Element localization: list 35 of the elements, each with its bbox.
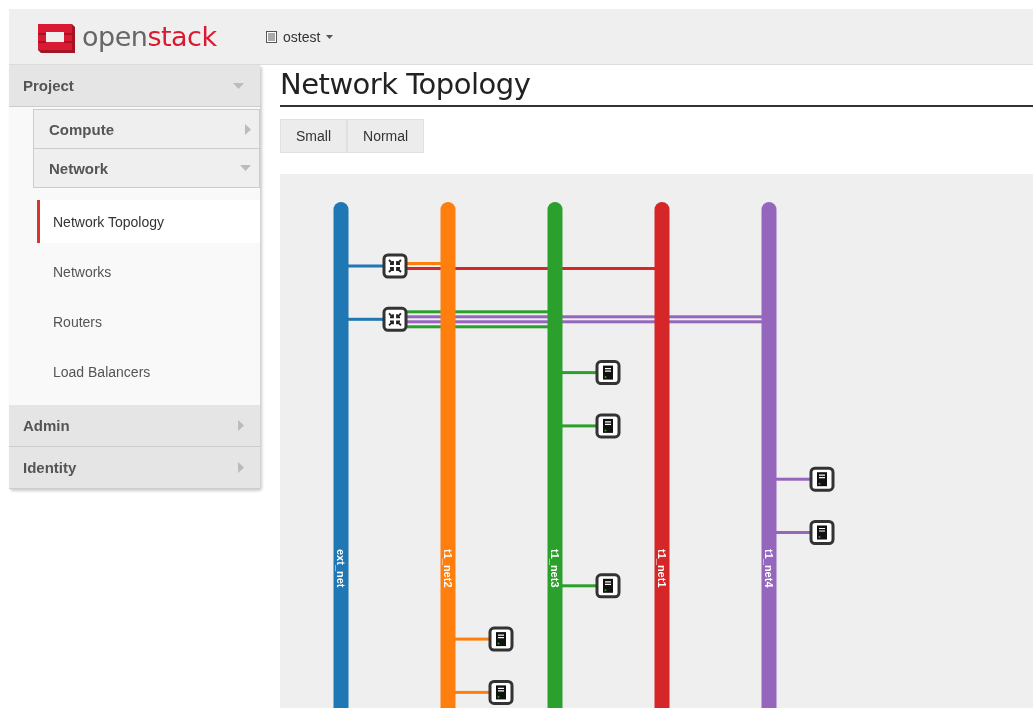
server-icon[interactable] bbox=[595, 573, 621, 599]
logo-text[interactable]: openstack bbox=[82, 21, 217, 52]
caret-right-icon bbox=[238, 462, 244, 473]
page-title: Network Topology bbox=[280, 65, 1033, 107]
sidebar-section[interactable]: Project bbox=[9, 65, 260, 107]
sidebar-item[interactable]: Networks bbox=[37, 250, 260, 293]
router-icon[interactable] bbox=[382, 253, 408, 279]
sidebar-group[interactable]: Compute bbox=[33, 109, 260, 149]
server-icon[interactable] bbox=[809, 466, 835, 492]
network-label: t1_net4 bbox=[763, 549, 775, 588]
server-icon[interactable] bbox=[488, 679, 514, 705]
network-label: t1_net1 bbox=[656, 549, 668, 588]
sidebar-group[interactable]: Network bbox=[33, 149, 260, 188]
router-icon[interactable] bbox=[382, 306, 408, 332]
sidebar-section[interactable]: Admin bbox=[9, 405, 260, 447]
network-label: t1_net3 bbox=[549, 549, 561, 588]
size-button[interactable]: Normal bbox=[347, 119, 425, 153]
sidebar-item[interactable]: Load Balancers bbox=[37, 350, 260, 393]
list-icon bbox=[266, 30, 277, 43]
caret-icon bbox=[326, 34, 334, 39]
server-icon[interactable] bbox=[595, 360, 621, 386]
network-label: t1_net2 bbox=[442, 549, 454, 588]
caret-down-icon bbox=[233, 82, 244, 89]
size-button[interactable]: Small bbox=[280, 119, 347, 153]
network-label: ext_net bbox=[335, 549, 347, 588]
caret-down-icon bbox=[240, 165, 251, 171]
sidebar-section[interactable]: Identity bbox=[9, 447, 260, 489]
server-icon[interactable] bbox=[488, 626, 514, 652]
caret-right-icon bbox=[245, 123, 251, 135]
sidebar-item[interactable]: Routers bbox=[37, 300, 260, 343]
server-icon[interactable] bbox=[595, 413, 621, 439]
caret-right-icon bbox=[238, 420, 244, 431]
sidebar-item[interactable]: Network Topology bbox=[37, 200, 260, 243]
server-icon[interactable] bbox=[809, 520, 835, 545]
project-menu[interactable]: ostest bbox=[266, 28, 334, 45]
